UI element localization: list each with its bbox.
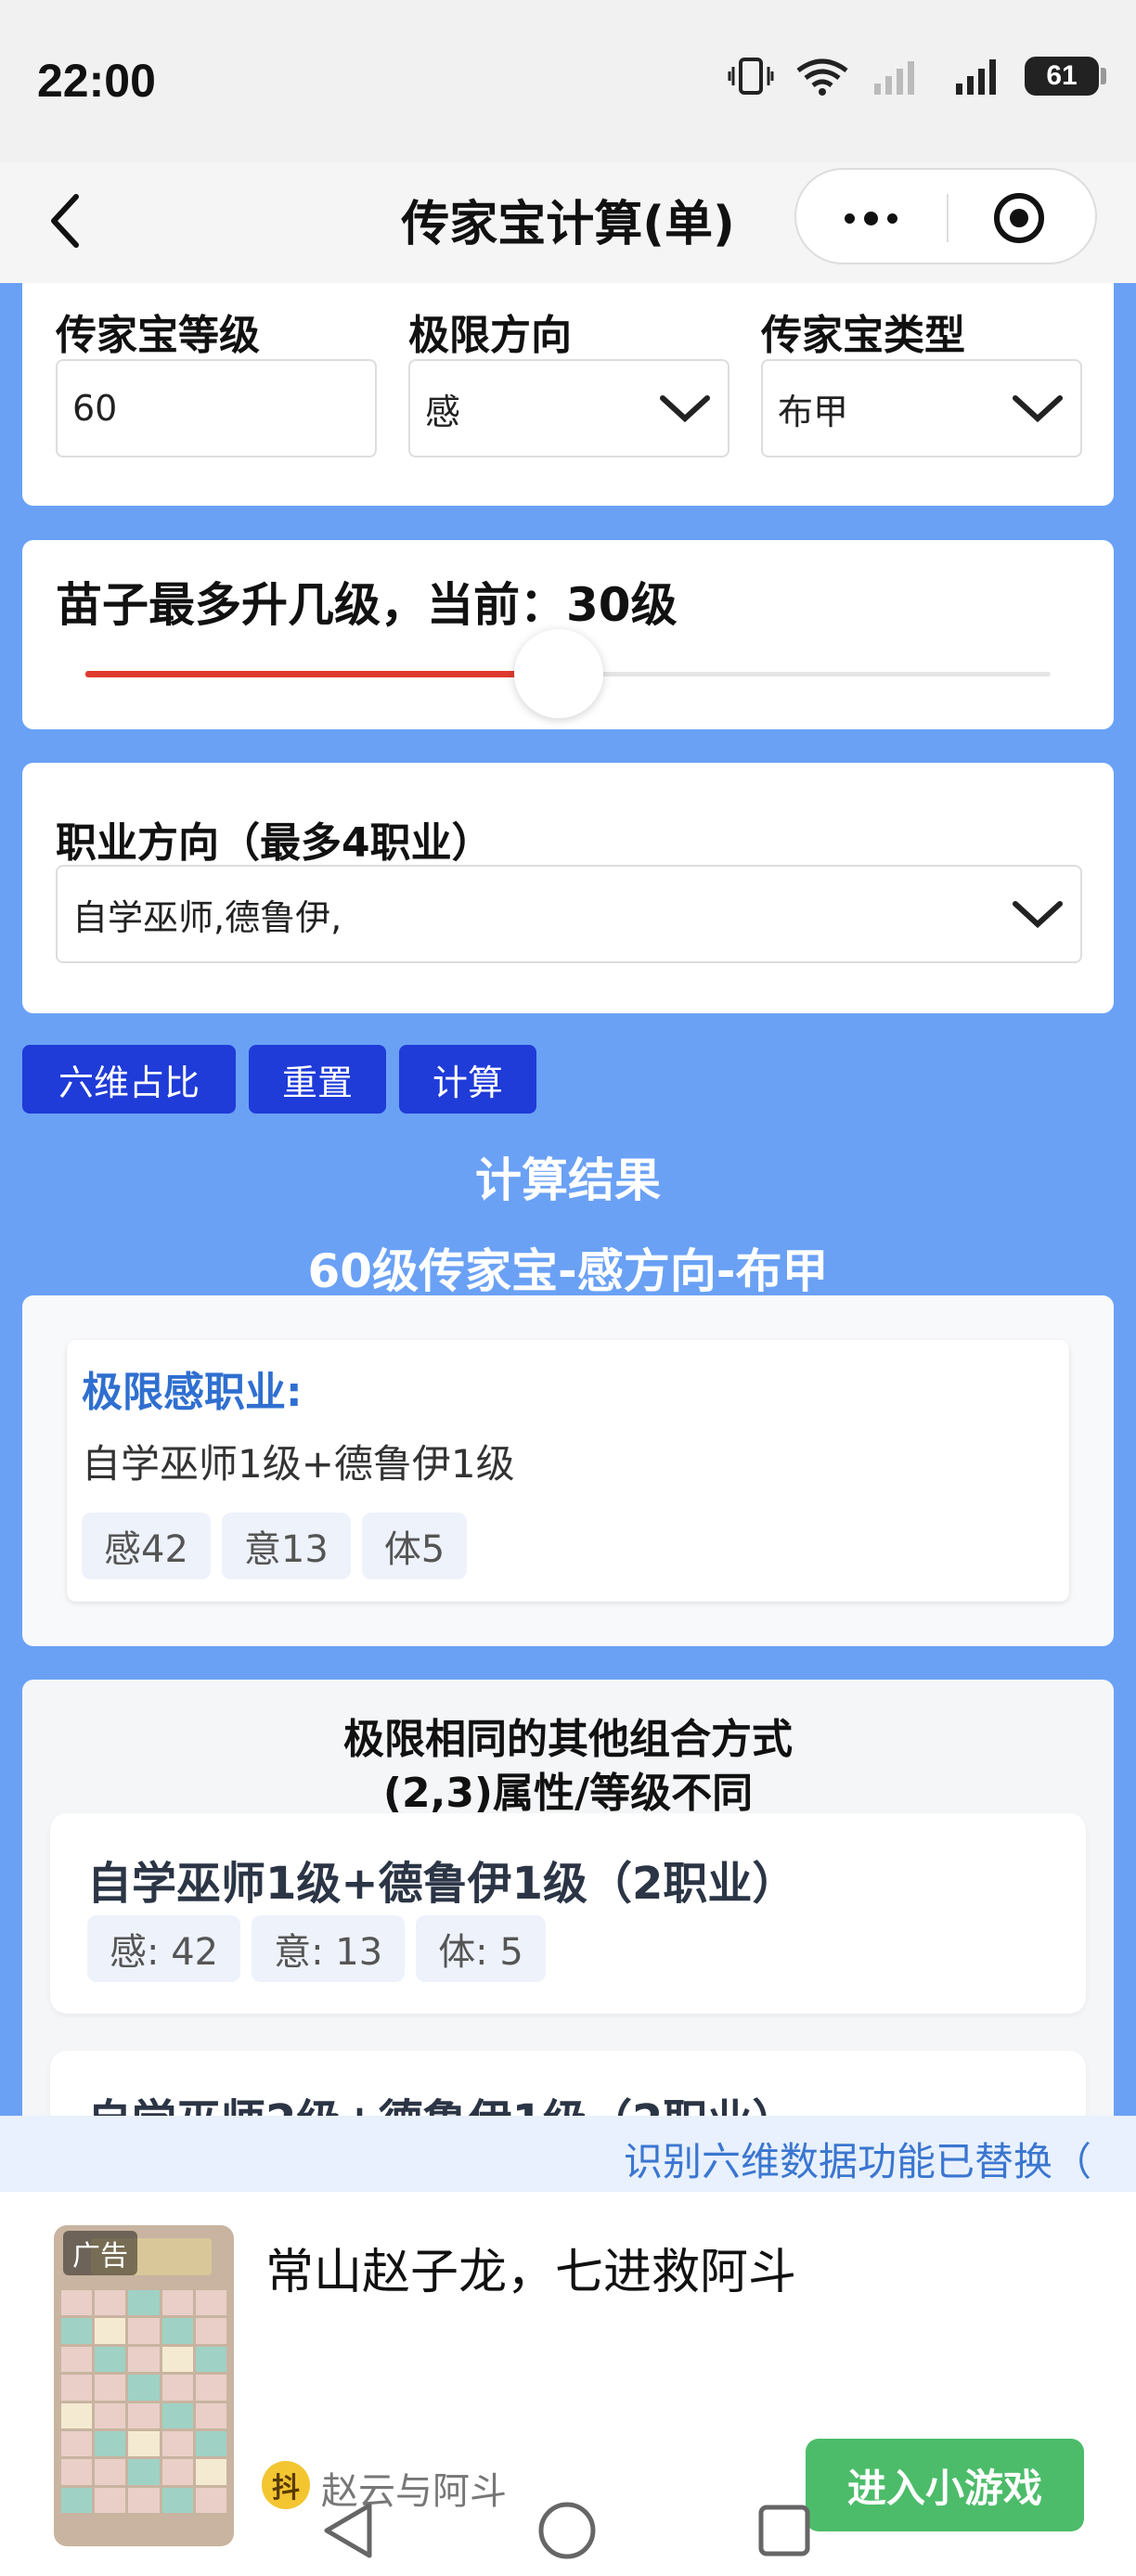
tag-yi: 意13 — [221, 1513, 351, 1579]
slider-fill — [85, 671, 559, 677]
mini-program-capsule — [794, 168, 1097, 264]
vibrate-icon — [728, 58, 774, 95]
status-time: 22:00 — [37, 55, 156, 107]
chevron-down-icon — [1013, 901, 1063, 929]
more-button[interactable] — [833, 198, 908, 238]
best-result-card: 极限感职业: 自学巫师1级+德鲁伊1级 感42 意13 体5 — [22, 1295, 1114, 1646]
tag-gan: 感: 42 — [87, 1915, 241, 1982]
other-title-2: (2,3)属性/等级不同 — [382, 1770, 754, 1817]
job-label: 职业方向（最多4职业） — [56, 819, 493, 867]
system-nav-bar — [0, 2487, 1136, 2576]
tag-ti: 体: 5 — [416, 1915, 546, 1982]
slider-thumb[interactable] — [514, 629, 603, 718]
slider-label: 苗子最多升几级，当前：30级 — [56, 578, 678, 632]
wifi-icon — [796, 58, 848, 96]
combo-item[interactable]: 自学巫师1级+德鲁伊1级（2职业） 感: 42 意: 13 体: 5 — [50, 1813, 1086, 2014]
result-subtitle: 60级传家宝-感方向-布甲 — [307, 1244, 829, 1298]
type-select[interactable]: 布甲 — [761, 359, 1082, 457]
calc-button[interactable]: 计算 — [399, 1045, 536, 1114]
ad-thumb-board — [61, 2290, 226, 2513]
tag-yi: 意: 13 — [252, 1915, 406, 1982]
ratio-button[interactable]: 六维占比 — [22, 1045, 236, 1114]
limit-label: 极限方向 — [408, 312, 572, 359]
best-result-inner: 极限感职业: 自学巫师1级+德鲁伊1级 感42 意13 体5 — [67, 1340, 1069, 1602]
best-label: 极限感职业: — [82, 1369, 303, 1416]
signal-5g-icon — [956, 59, 996, 95]
level-label: 传家宝等级 — [56, 312, 260, 359]
reset-button[interactable]: 重置 — [249, 1045, 386, 1114]
back-triangle-icon[interactable] — [319, 2500, 377, 2561]
level-slider[interactable] — [85, 629, 1051, 718]
combo-title: 自学巫师2级+德鲁伊1级（2职业） — [87, 2084, 796, 2116]
type-value: 布甲 — [778, 391, 849, 432]
best-tags: 感42 意13 体5 — [82, 1513, 478, 1579]
chevron-down-icon — [660, 395, 710, 423]
limit-value: 感 — [425, 391, 461, 432]
status-icons: 61 — [728, 56, 1106, 97]
slider-card: 苗子最多升几级，当前：30级 — [22, 540, 1114, 729]
tag-ti: 体5 — [361, 1513, 468, 1579]
type-label: 传家宝类型 — [761, 312, 965, 359]
tag-gan: 感42 — [82, 1513, 211, 1579]
job-value: 自学巫师,德鲁伊, — [72, 896, 342, 938]
recent-apps-icon[interactable] — [755, 2502, 813, 2559]
settings-card: 传家宝等级 60 极限方向 感 传家宝类型 布甲 — [22, 283, 1114, 506]
ad-title: 常山赵子龙，七进救阿斗 — [265, 2245, 797, 2300]
combo-tags: 感: 42 意: 13 体: 5 — [87, 1915, 557, 1982]
status-bar: 22:00 61 — [0, 0, 1136, 162]
level-value: 60 — [72, 388, 118, 429]
ad-badge: 广告 — [63, 2231, 137, 2275]
other-combos-card: 极限相同的其他组合方式 (2,3)属性/等级不同 自学巫师1级+德鲁伊1级（2职… — [22, 1680, 1114, 2116]
close-target-icon[interactable] — [991, 190, 1047, 246]
combo-title: 自学巫师1级+德鲁伊1级（2职业） — [87, 1858, 797, 1910]
result-title: 计算结果 — [475, 1153, 661, 1207]
limit-select[interactable]: 感 — [408, 359, 729, 457]
nav-bar: 传家宝计算(单) — [0, 162, 1136, 283]
signal-icon — [874, 61, 914, 95]
combo-item[interactable]: 自学巫师2级+德鲁伊1级（2职业） — [50, 2051, 1086, 2116]
level-input[interactable]: 60 — [56, 359, 377, 457]
job-card: 职业方向（最多4职业） 自学巫师,德鲁伊, — [22, 763, 1114, 1013]
battery-icon: 61 — [1025, 57, 1106, 96]
job-select[interactable]: 自学巫师,德鲁伊, — [56, 865, 1082, 963]
best-combo: 自学巫师1级+德鲁伊1级 — [82, 1441, 515, 1487]
other-title-1: 极限相同的其他组合方式 — [343, 1716, 793, 1763]
notice-text: 识别六维数据功能已替换（ — [624, 2139, 1092, 2184]
chevron-down-icon — [1013, 395, 1063, 423]
home-circle-icon[interactable] — [536, 2500, 598, 2561]
notice-marquee: 识别六维数据功能已替换（ — [0, 2116, 1136, 2192]
